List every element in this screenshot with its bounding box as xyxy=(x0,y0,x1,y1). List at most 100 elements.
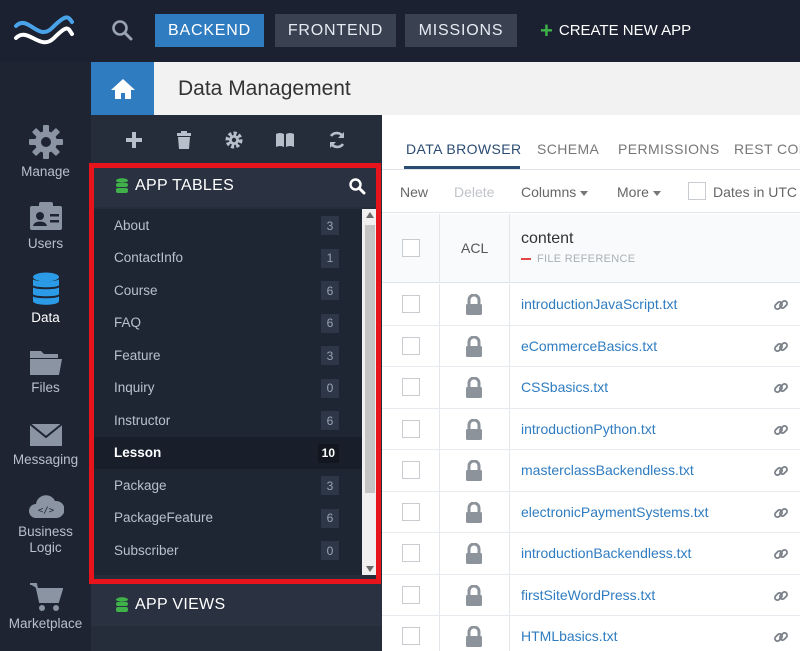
row-checkbox[interactable] xyxy=(402,502,420,521)
nav-item-files[interactable]: Files xyxy=(0,348,91,395)
table-row[interactable]: introductionBackendless.txt xyxy=(382,533,800,575)
link-icon[interactable] xyxy=(773,380,789,396)
scroll-up-arrow-icon[interactable] xyxy=(366,212,374,218)
link-icon[interactable] xyxy=(773,339,789,355)
lock-icon[interactable] xyxy=(464,294,484,316)
link-icon[interactable] xyxy=(773,588,789,604)
row-checkbox[interactable] xyxy=(402,544,420,562)
gear-icon[interactable] xyxy=(224,130,244,150)
row-checkbox[interactable] xyxy=(402,585,420,604)
app-views-header[interactable]: APP VIEWS xyxy=(91,584,382,626)
select-all-checkbox[interactable] xyxy=(402,239,420,257)
row-checkbox[interactable] xyxy=(402,419,420,438)
table-item-inquiry[interactable]: Inquiry 0 xyxy=(91,372,362,405)
top-bar: BACKEND FRONTEND MISSIONS + CREATE NEW A… xyxy=(0,0,800,62)
lock-icon[interactable] xyxy=(464,377,484,399)
table-item-faq[interactable]: FAQ 6 xyxy=(91,307,362,340)
link-icon[interactable] xyxy=(773,629,789,645)
table-list-scrollbar[interactable] xyxy=(362,209,378,575)
file-reference-link[interactable]: introductionPython.txt xyxy=(521,421,656,437)
lock-icon[interactable] xyxy=(464,543,484,565)
tab-rest-console[interactable]: REST CON xyxy=(734,141,800,157)
home-button[interactable] xyxy=(91,62,154,115)
lock-icon[interactable] xyxy=(464,418,484,441)
table-name: PackageFeature xyxy=(114,510,214,526)
lock-icon[interactable] xyxy=(464,460,484,482)
row-checkbox[interactable] xyxy=(402,378,420,396)
content-column-header[interactable]: content xyxy=(521,230,573,248)
delete-button[interactable]: Delete xyxy=(454,184,494,200)
file-reference-link[interactable]: firstSiteWordPress.txt xyxy=(521,587,655,603)
table-item-feature[interactable]: Feature 3 xyxy=(91,339,362,372)
nav-item-marketplace[interactable]: Marketplace xyxy=(0,582,91,631)
table-row[interactable]: electronicPaymentSystems.txt xyxy=(382,491,800,533)
columns-dropdown[interactable]: Columns xyxy=(521,184,589,200)
book-icon[interactable] xyxy=(275,130,295,150)
file-reference-link[interactable]: introductionJavaScript.txt xyxy=(521,296,677,312)
tab-backend[interactable]: BACKEND xyxy=(155,14,264,47)
table-row[interactable]: eCommerceBasics.txt xyxy=(382,325,800,367)
table-row[interactable]: HTMLbasics.txt xyxy=(382,616,800,651)
table-item-packagefeature[interactable]: PackageFeature 6 xyxy=(91,502,362,535)
file-reference-link[interactable]: CSSbasics.txt xyxy=(521,379,608,395)
row-checkbox[interactable] xyxy=(402,627,420,645)
table-item-about[interactable]: About 3 xyxy=(91,209,362,242)
scroll-thumb[interactable] xyxy=(365,225,375,493)
column-divider xyxy=(439,214,440,282)
table-row[interactable]: CSSbasics.txt xyxy=(382,367,800,409)
file-reference-link[interactable]: electronicPaymentSystems.txt xyxy=(521,504,709,520)
link-icon[interactable] xyxy=(773,546,789,562)
tab-frontend[interactable]: FRONTEND xyxy=(275,14,396,47)
search-icon[interactable] xyxy=(110,18,134,42)
table-item-course[interactable]: Course 6 xyxy=(91,274,362,307)
table-item-lesson[interactable]: Lesson 10 xyxy=(91,436,362,469)
row-checkbox[interactable] xyxy=(402,295,420,313)
tab-schema[interactable]: SCHEMA xyxy=(537,141,599,157)
table-row[interactable]: firstSiteWordPress.txt xyxy=(382,574,800,616)
nav-item-manage[interactable]: Manage xyxy=(0,124,91,179)
row-checkbox[interactable] xyxy=(402,336,420,355)
plus-icon[interactable] xyxy=(124,130,144,150)
search-icon[interactable] xyxy=(348,177,366,195)
wave-logo-icon[interactable] xyxy=(12,12,76,50)
table-row[interactable]: introductionPython.txt xyxy=(382,408,800,450)
table-item-instructor[interactable]: Instructor 6 xyxy=(91,404,362,437)
tab-permissions[interactable]: PERMISSIONS xyxy=(618,141,720,157)
more-dropdown[interactable]: More xyxy=(617,184,661,200)
nav-item-business-logic[interactable]: </> Business Logic xyxy=(0,492,91,556)
nav-label-manage: Manage xyxy=(21,164,70,179)
table-row[interactable]: masterclassBackendless.txt xyxy=(382,450,800,492)
acl-column-header[interactable]: ACL xyxy=(461,240,488,256)
table-item-subscriber[interactable]: Subscriber 0 xyxy=(91,534,362,567)
nav-item-data[interactable]: Data xyxy=(0,272,91,325)
lock-icon[interactable] xyxy=(464,501,484,524)
new-button[interactable]: New xyxy=(400,184,428,200)
app-tables-header[interactable]: APP TABLES xyxy=(91,165,382,207)
table-row[interactable]: introductionJavaScript.txt xyxy=(382,284,800,326)
table-count: 0 xyxy=(321,541,339,560)
link-icon[interactable] xyxy=(773,422,789,438)
link-icon[interactable] xyxy=(773,297,789,313)
scroll-down-arrow-icon[interactable] xyxy=(366,566,374,572)
file-reference-link[interactable]: masterclassBackendless.txt xyxy=(521,462,694,478)
link-icon[interactable] xyxy=(773,505,789,521)
trash-icon[interactable] xyxy=(174,130,194,150)
create-new-app-button[interactable]: + CREATE NEW APP xyxy=(540,14,691,47)
refresh-icon[interactable] xyxy=(327,130,347,150)
link-icon[interactable] xyxy=(773,463,789,479)
file-reference-link[interactable]: eCommerceBasics.txt xyxy=(521,338,657,354)
nav-item-users[interactable]: Users xyxy=(0,202,91,251)
lock-icon[interactable] xyxy=(464,626,484,648)
file-reference-link[interactable]: HTMLbasics.txt xyxy=(521,628,617,644)
nav-item-messaging[interactable]: Messaging xyxy=(0,422,91,467)
tab-missions[interactable]: MISSIONS xyxy=(405,14,517,47)
lock-icon[interactable] xyxy=(464,335,484,358)
row-checkbox[interactable] xyxy=(402,461,420,479)
table-count: 6 xyxy=(321,313,339,333)
file-reference-link[interactable]: introductionBackendless.txt xyxy=(521,545,691,561)
table-item-package[interactable]: Package 3 xyxy=(91,469,362,502)
lock-icon[interactable] xyxy=(464,584,484,607)
dates-utc-checkbox[interactable] xyxy=(688,182,706,200)
table-item-contactinfo[interactable]: ContactInfo 1 xyxy=(91,242,362,275)
tab-data-browser[interactable]: DATA BROWSER xyxy=(406,141,522,157)
